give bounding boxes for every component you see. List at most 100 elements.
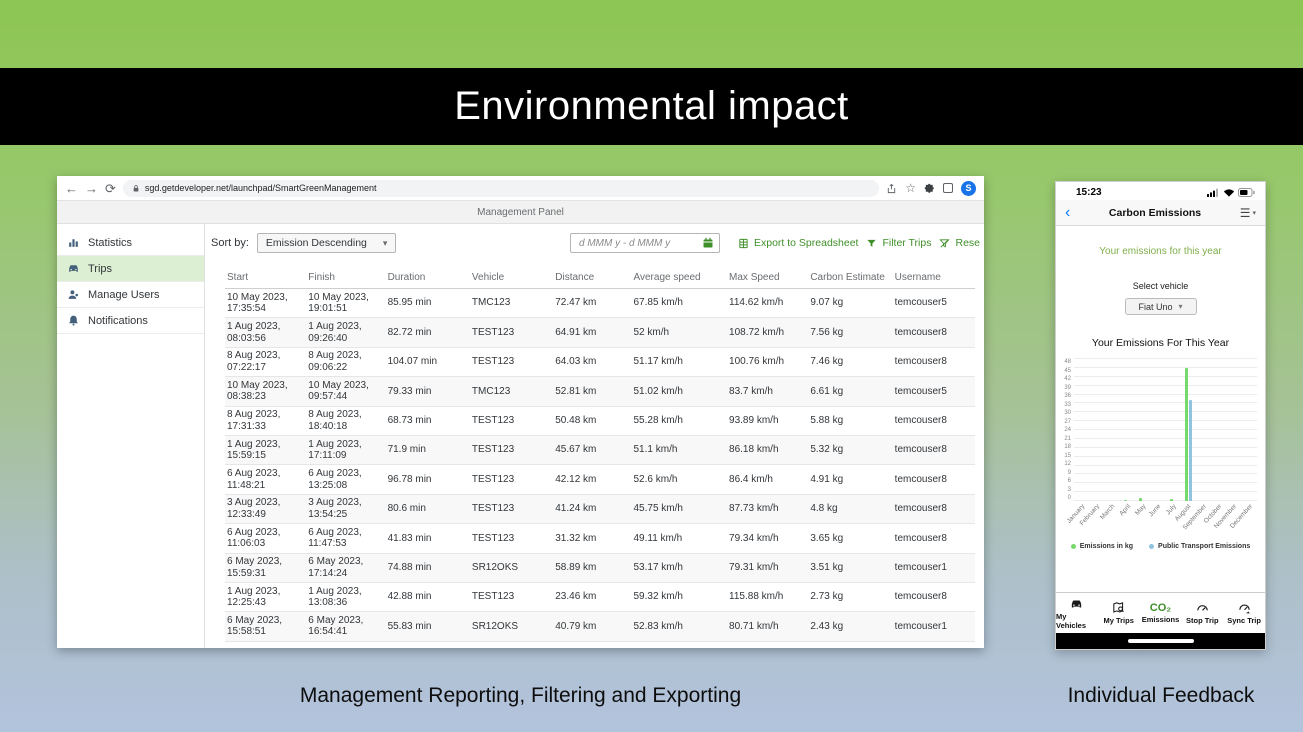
cell-max-speed: 79.31 km/h bbox=[727, 562, 808, 574]
presentation-slide: Environmental impact ← → ⟳ sgd.getdevelo… bbox=[0, 0, 1303, 732]
menu-button[interactable]: ☰▾ bbox=[1240, 206, 1256, 220]
users-icon bbox=[67, 288, 80, 301]
cell-average-speed: 52.6 km/h bbox=[632, 474, 728, 486]
table-row[interactable]: 6 May 2023, 15:58:51 6 May 2023, 16:54:4… bbox=[225, 612, 975, 641]
status-icons bbox=[1207, 188, 1255, 197]
cell-average-speed: 55.28 km/h bbox=[632, 415, 728, 427]
legend-item-public-transport: Public Transport Emissions bbox=[1149, 543, 1250, 550]
date-range-placeholder: d MMM y - d MMM y bbox=[579, 238, 670, 249]
table-row[interactable]: 6 Aug 2023, 11:48:21 6 Aug 2023, 13:25:0… bbox=[225, 465, 975, 494]
cell-average-speed: 59.32 km/h bbox=[632, 591, 728, 603]
address-bar[interactable]: sgd.getdeveloper.net/launchpad/SmartGree… bbox=[123, 180, 879, 197]
bar-group bbox=[1181, 359, 1196, 501]
cell-duration: 68.73 min bbox=[386, 415, 470, 427]
battery-icon bbox=[1238, 188, 1255, 197]
bar-group bbox=[1242, 359, 1257, 501]
date-range-input[interactable]: d MMM y - d MMM y bbox=[570, 233, 720, 253]
tab-my-trips[interactable]: My Trips bbox=[1098, 593, 1140, 633]
y-tick-label: 42 bbox=[1064, 376, 1071, 382]
table-row[interactable]: 8 Aug 2023, 17:31:33 8 Aug 2023, 18:40:1… bbox=[225, 407, 975, 436]
legend-label: Emissions in kg bbox=[1080, 543, 1133, 550]
table-row[interactable]: 1 Aug 2023, 15:59:15 1 Aug 2023, 17:11:0… bbox=[225, 436, 975, 465]
x-tick-label: May bbox=[1135, 501, 1150, 539]
share-icon[interactable] bbox=[886, 183, 897, 194]
cell-vehicle: TEST123 bbox=[470, 444, 553, 456]
vehicle-select[interactable]: Fiat Uno ▾ bbox=[1125, 298, 1197, 315]
cell-distance: 42.12 km bbox=[553, 474, 631, 486]
back-icon[interactable]: ← bbox=[65, 182, 78, 195]
cell-finish: 6 May 2023, 17:14:24 bbox=[306, 556, 385, 579]
cell-duration: 42.88 min bbox=[386, 591, 470, 603]
bar-group bbox=[1105, 359, 1120, 501]
export-spreadsheet-button[interactable]: Export to Spreadsheet bbox=[738, 237, 858, 249]
table-row[interactable]: 6 May 2023, 15:59:31 6 May 2023, 17:14:2… bbox=[225, 554, 975, 583]
profile-avatar[interactable]: S bbox=[961, 181, 976, 196]
sidebar-item-notifications[interactable]: Notifications bbox=[57, 308, 204, 334]
cell-username: temcouser5 bbox=[893, 297, 975, 309]
table-body: 10 May 2023, 17:35:54 10 May 2023, 19:01… bbox=[225, 289, 975, 642]
tab-my-vehicles[interactable]: My Vehicles bbox=[1056, 593, 1098, 633]
emissions-chart-yaxis: 484542393633302724211815129630 bbox=[1058, 359, 1074, 501]
table-row[interactable]: 6 Aug 2023, 11:06:03 6 Aug 2023, 11:47:5… bbox=[225, 524, 975, 553]
cell-start: 6 Aug 2023, 11:06:03 bbox=[225, 527, 306, 550]
reset-filters-button[interactable]: Rese bbox=[939, 237, 980, 249]
browser-window: ← → ⟳ sgd.getdeveloper.net/launchpad/Sma… bbox=[57, 176, 984, 648]
cell-max-speed: 86.18 km/h bbox=[727, 444, 808, 456]
cell-username: temcouser8 bbox=[893, 415, 975, 427]
sidebar-item-label: Trips bbox=[88, 263, 112, 275]
cell-duration: 85.95 min bbox=[386, 297, 470, 309]
cell-carbon-estimate: 5.32 kg bbox=[808, 444, 892, 456]
sidebar-item-trips[interactable]: Trips bbox=[57, 256, 204, 282]
chart-legend: Emissions in kg Public Transport Emissio… bbox=[1056, 543, 1265, 550]
refresh-icon[interactable]: ⟳ bbox=[105, 182, 116, 195]
table-row[interactable]: 10 May 2023, 17:35:54 10 May 2023, 19:01… bbox=[225, 289, 975, 318]
calendar-icon[interactable] bbox=[702, 237, 714, 249]
cell-distance: 64.03 km bbox=[553, 356, 631, 368]
cell-vehicle: TEST123 bbox=[470, 327, 553, 339]
table-header-row: Start Finish Duration Vehicle Distance A… bbox=[225, 270, 975, 289]
cell-username: temcouser8 bbox=[893, 327, 975, 339]
bookmark-star-icon[interactable]: ☆ bbox=[905, 182, 916, 194]
cell-start: 1 Aug 2023, 08:03:56 bbox=[225, 321, 306, 344]
cell-finish: 1 Aug 2023, 13:08:36 bbox=[306, 586, 385, 609]
cell-duration: 79.33 min bbox=[386, 386, 470, 398]
x-tick-label: December bbox=[1242, 501, 1257, 539]
cell-duration: 82.72 min bbox=[386, 327, 470, 339]
sort-select-value: Emission Descending bbox=[266, 237, 367, 249]
lock-icon bbox=[132, 184, 140, 193]
sidebar-item-manage-users[interactable]: Manage Users bbox=[57, 282, 204, 308]
emissions-chart-plot bbox=[1074, 359, 1257, 501]
cell-vehicle: TMC123 bbox=[470, 297, 553, 309]
filter-trips-button[interactable]: Filter Trips bbox=[866, 237, 931, 249]
cell-start: 10 May 2023, 08:38:23 bbox=[225, 380, 306, 403]
side-panel-icon[interactable] bbox=[943, 183, 953, 193]
sidebar-item-statistics[interactable]: Statistics bbox=[57, 230, 204, 256]
table-row[interactable]: 1 Aug 2023, 08:03:56 1 Aug 2023, 09:26:4… bbox=[225, 318, 975, 347]
cell-vehicle: SR12OKS bbox=[470, 621, 553, 633]
cellular-signal-icon bbox=[1207, 188, 1220, 197]
cell-finish: 8 Aug 2023, 09:06:22 bbox=[306, 350, 385, 373]
sort-select[interactable]: Emission Descending ▾ bbox=[257, 233, 397, 253]
tab-stop-trip[interactable]: Stop Trip bbox=[1181, 593, 1223, 633]
tab-emissions[interactable]: CO₂ Emissions bbox=[1140, 593, 1182, 633]
table-row[interactable]: 3 Aug 2023, 12:33:49 3 Aug 2023, 13:54:2… bbox=[225, 495, 975, 524]
table-row[interactable]: 10 May 2023, 08:38:23 10 May 2023, 09:57… bbox=[225, 377, 975, 406]
cell-vehicle: TEST123 bbox=[470, 415, 553, 427]
back-chevron-icon[interactable]: ‹ bbox=[1065, 205, 1070, 221]
gauge-sync-icon bbox=[1237, 601, 1252, 615]
chart-bar bbox=[1139, 498, 1142, 501]
caption-individual: Individual Feedback bbox=[1030, 684, 1292, 708]
tab-sync-trip[interactable]: Sync Trip bbox=[1223, 593, 1265, 633]
extensions-icon[interactable] bbox=[924, 183, 935, 194]
home-indicator[interactable] bbox=[1128, 639, 1194, 643]
cell-finish: 6 Aug 2023, 13:25:08 bbox=[306, 468, 385, 491]
bar-group bbox=[1211, 359, 1226, 501]
table-row[interactable]: 1 Aug 2023, 12:25:43 1 Aug 2023, 13:08:3… bbox=[225, 583, 975, 612]
bar-group bbox=[1074, 359, 1089, 501]
y-tick-label: 18 bbox=[1064, 444, 1071, 450]
car-icon bbox=[67, 262, 80, 275]
table-row[interactable]: 8 Aug 2023, 07:22:17 8 Aug 2023, 09:06:2… bbox=[225, 348, 975, 377]
cell-start: 6 Aug 2023, 11:48:21 bbox=[225, 468, 306, 491]
sidebar: Statistics Trips Manage Users Notificati… bbox=[57, 224, 205, 648]
forward-icon[interactable]: → bbox=[85, 182, 98, 195]
